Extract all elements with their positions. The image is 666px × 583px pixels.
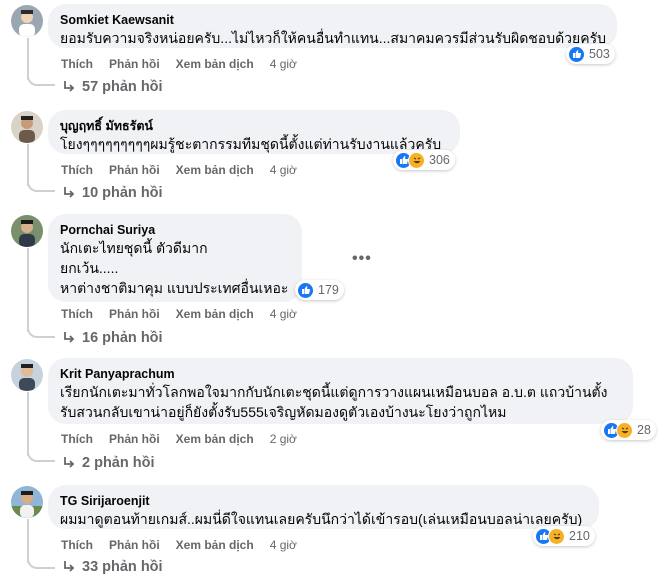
reply-arrow-icon bbox=[64, 81, 75, 92]
comment-bubble: TG Sirijaroenjit ผมมาดูตอนท้ายเกมส์..ผมน… bbox=[48, 485, 599, 529]
reply-button[interactable]: Phản hồi bbox=[109, 56, 160, 72]
comment-actions: Thích Phản hồi Xem bản dịch 4 giờ bbox=[61, 306, 297, 322]
reaction-summary[interactable]: 503 bbox=[566, 44, 615, 64]
like-button[interactable]: Thích bbox=[61, 306, 93, 322]
comment-text: ยอมรับความจริงหน่อยครับ...ไม่ไหวก็ให้คนอ… bbox=[60, 30, 607, 46]
replies-count: 33 phản hồi bbox=[82, 559, 163, 575]
see-translation-button[interactable]: Xem bản dịch bbox=[176, 162, 254, 178]
comment-bubble: Krit Panyaprachum เรียกนักเตะมาทั่วโลกพอ… bbox=[48, 358, 633, 424]
comment-actions: Thích Phản hồi Xem bản dịch 4 giờ bbox=[61, 162, 297, 178]
haha-icon bbox=[548, 527, 565, 545]
avatar[interactable] bbox=[11, 486, 43, 518]
comment-author[interactable]: บุญฤทธิ์ มัทธรัตน์ bbox=[60, 118, 448, 134]
comment-text: นักเตะไทยชุดนี้ ตัวดีมาก bbox=[60, 240, 208, 256]
haha-icon bbox=[616, 421, 633, 439]
comment-author[interactable]: Krit Panyaprachum bbox=[60, 366, 621, 382]
reaction-summary[interactable]: 306 bbox=[393, 150, 455, 170]
avatar[interactable] bbox=[11, 5, 43, 37]
reaction-count: 306 bbox=[429, 153, 450, 167]
comment-author[interactable]: Pornchai Suriya bbox=[60, 222, 290, 238]
replies-count: 10 phản hồi bbox=[82, 185, 163, 201]
replies-count: 57 phản hồi bbox=[82, 79, 163, 95]
thread-line bbox=[27, 248, 29, 332]
comment-bubble: บุญฤทธิ์ มัทธรัตน์ โยงๆๆๆๆๆๆๆๆๆผมรู้ชะตา… bbox=[48, 110, 460, 154]
haha-icon bbox=[408, 151, 425, 169]
reaction-summary[interactable]: 210 bbox=[533, 526, 595, 546]
comment-bubble: Pornchai Suriya นักเตะไทยชุดนี้ ตัวดีมาก… bbox=[48, 214, 302, 302]
timestamp[interactable]: 4 giờ bbox=[270, 56, 297, 72]
like-button[interactable]: Thích bbox=[61, 431, 93, 447]
thread-line bbox=[27, 392, 29, 456]
timestamp[interactable]: 4 giờ bbox=[270, 306, 297, 322]
like-button[interactable]: Thích bbox=[61, 537, 93, 553]
view-replies-button[interactable]: 33 phản hồi bbox=[62, 559, 163, 575]
comment-actions: Thích Phản hồi Xem bản dịch 2 giờ bbox=[61, 431, 297, 447]
reply-button[interactable]: Phản hồi bbox=[109, 537, 160, 553]
more-options-icon[interactable]: ••• bbox=[352, 250, 372, 268]
comment-text: หาต่างชาติมาคุม แบบประเทศอื่นเหอะ bbox=[60, 280, 289, 296]
see-translation-button[interactable]: Xem bản dịch bbox=[176, 306, 254, 322]
comment-text: ผมมาดูตอนท้ายเกมส์..ผมนี่ดีใจแทนเลยครับน… bbox=[60, 511, 583, 527]
comment-text: โยงๆๆๆๆๆๆๆๆๆผมรู้ชะตากรรมทีมชุดนี้ตั้งแต… bbox=[60, 136, 442, 152]
reaction-count: 210 bbox=[569, 529, 590, 543]
avatar[interactable] bbox=[11, 111, 43, 143]
comment-actions: Thích Phản hồi Xem bản dịch 4 giờ bbox=[61, 56, 297, 72]
reply-arrow-icon bbox=[64, 457, 75, 468]
thread-curve bbox=[27, 555, 55, 569]
comment-bubble: Somkiet Kaewsanit ยอมรับความจริงหน่อยครั… bbox=[48, 4, 617, 48]
timestamp[interactable]: 2 giờ bbox=[270, 431, 297, 447]
see-translation-button[interactable]: Xem bản dịch bbox=[176, 56, 254, 72]
reaction-count: 28 bbox=[637, 423, 651, 437]
like-button[interactable]: Thích bbox=[61, 56, 93, 72]
see-translation-button[interactable]: Xem bản dịch bbox=[176, 431, 254, 447]
comment-text: รับสวนกลับเขาน่าอยู่ก็ยังตั้งรับ555เจริญ… bbox=[60, 404, 507, 420]
replies-count: 16 phản hồi bbox=[82, 330, 163, 346]
avatar[interactable] bbox=[11, 215, 43, 247]
view-replies-button[interactable]: 57 phản hồi bbox=[62, 79, 163, 95]
comment-actions: Thích Phản hồi Xem bản dịch 4 giờ bbox=[61, 537, 297, 553]
like-icon bbox=[568, 45, 585, 63]
reply-arrow-icon bbox=[64, 187, 75, 198]
comment-author[interactable]: Somkiet Kaewsanit bbox=[60, 12, 605, 28]
view-replies-button[interactable]: 10 phản hồi bbox=[62, 185, 163, 201]
thread-curve bbox=[27, 448, 55, 462]
view-replies-button[interactable]: 16 phản hồi bbox=[62, 330, 163, 346]
timestamp[interactable]: 4 giờ bbox=[270, 162, 297, 178]
reaction-count: 179 bbox=[318, 283, 339, 297]
avatar[interactable] bbox=[11, 359, 43, 391]
reaction-summary[interactable]: 179 bbox=[295, 280, 344, 300]
view-replies-button[interactable]: 2 phản hồi bbox=[62, 455, 155, 471]
see-translation-button[interactable]: Xem bản dịch bbox=[176, 537, 254, 553]
thread-curve bbox=[27, 178, 55, 192]
comment-text: ยกเว้น..... bbox=[60, 260, 119, 276]
thread-curve bbox=[27, 72, 55, 86]
comment-text: เรียกนักเตะมาทั่วโลกพอใจมากกับนักเตะชุดน… bbox=[60, 384, 608, 400]
reply-arrow-icon bbox=[64, 332, 75, 343]
comment-author[interactable]: TG Sirijaroenjit bbox=[60, 493, 587, 509]
reply-button[interactable]: Phản hồi bbox=[109, 431, 160, 447]
thread-curve bbox=[27, 324, 55, 338]
like-icon bbox=[297, 281, 314, 299]
reply-button[interactable]: Phản hồi bbox=[109, 162, 160, 178]
like-button[interactable]: Thích bbox=[61, 162, 93, 178]
timestamp[interactable]: 4 giờ bbox=[270, 537, 297, 553]
reaction-summary[interactable]: 28 bbox=[601, 420, 656, 440]
reply-button[interactable]: Phản hồi bbox=[109, 306, 160, 322]
reaction-count: 503 bbox=[589, 47, 610, 61]
replies-count: 2 phản hồi bbox=[82, 455, 155, 471]
reply-arrow-icon bbox=[64, 561, 75, 572]
